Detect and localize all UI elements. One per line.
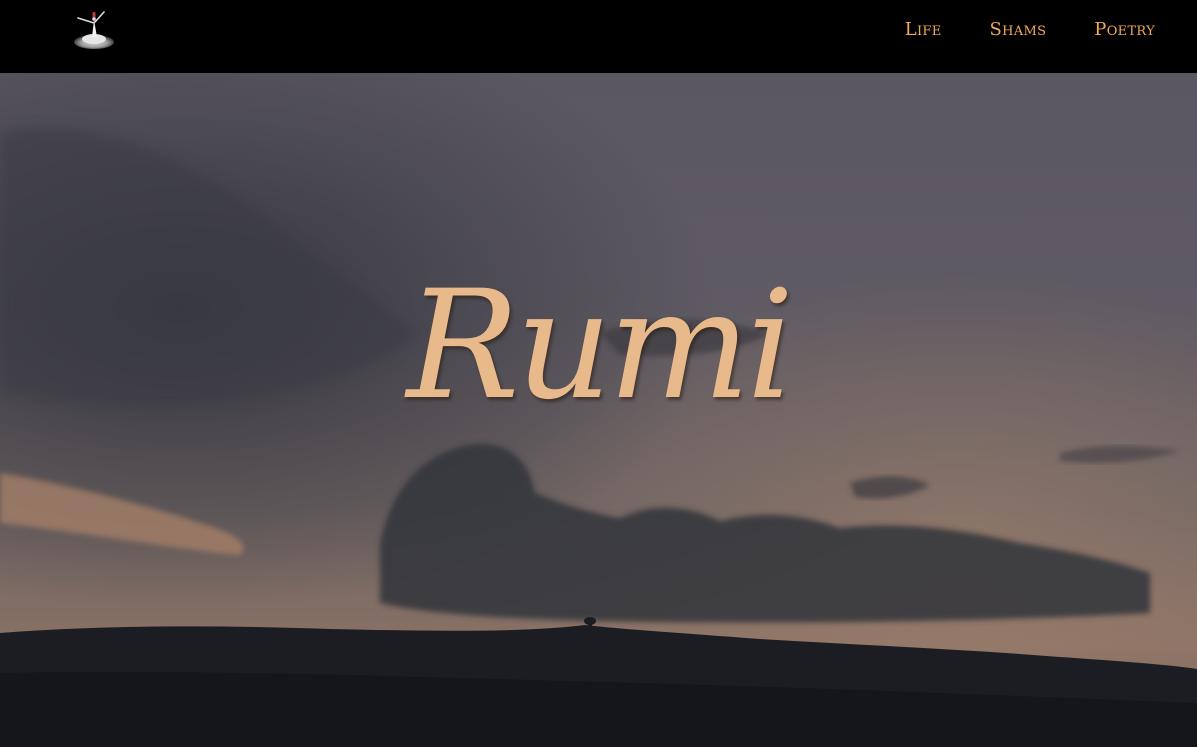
nav-link-life[interactable]: Life <box>905 19 942 40</box>
site-header: Life Shams Poetry <box>0 0 1197 73</box>
page: Life Shams Poetry Rumi <box>0 0 1197 747</box>
nav-link-poetry[interactable]: Poetry <box>1094 19 1155 40</box>
whirling-dervish-icon[interactable] <box>70 6 118 52</box>
hero-title: Rumi <box>406 259 795 433</box>
nav-link-shams[interactable]: Shams <box>990 19 1047 40</box>
hero-section: Rumi <box>0 73 1197 747</box>
main-nav: Life Shams Poetry <box>905 0 1155 58</box>
